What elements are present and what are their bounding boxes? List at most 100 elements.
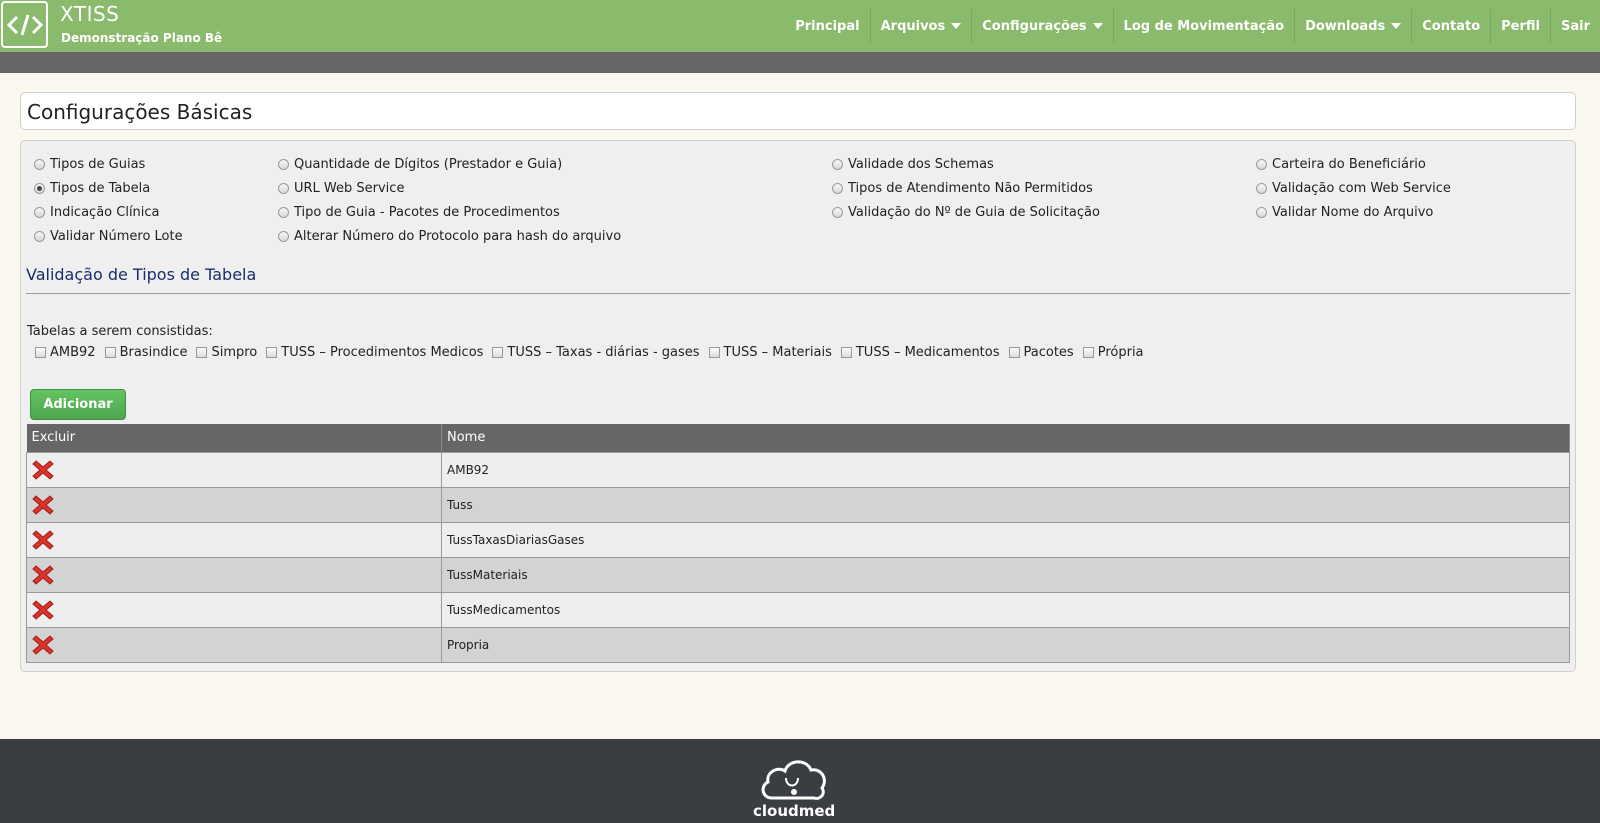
radio-tipo-guia-pacotes[interactable]: Tipo de Guia - Pacotes de Procedimentos xyxy=(278,205,560,220)
nav-arquivos[interactable]: Arquivos xyxy=(869,9,972,43)
checkbox-amb92[interactable]: AMB92 xyxy=(35,345,96,360)
radio-button[interactable] xyxy=(278,207,289,218)
code-brackets-icon[interactable] xyxy=(1,1,48,48)
tables-label: Tabelas a serem consistidas: xyxy=(27,324,213,339)
table-row: AMB92 xyxy=(26,451,1570,488)
checkbox-tuss-medicamentos[interactable]: TUSS – Medicamentos xyxy=(840,345,1000,360)
delete-cell xyxy=(26,556,442,593)
table-row: Tuss xyxy=(26,486,1570,523)
checkbox[interactable] xyxy=(1082,347,1094,358)
nav-contato[interactable]: Contato xyxy=(1411,9,1490,43)
checkbox-propria[interactable]: Própria xyxy=(1082,345,1144,360)
radio-validade-schemas[interactable]: Validade dos Schemas xyxy=(832,157,994,172)
radio-validacao-web-service[interactable]: Validação com Web Service xyxy=(1256,181,1451,196)
radio-tipos-de-tabela[interactable]: Tipos de Tabela xyxy=(34,181,150,196)
nav-sair[interactable]: Sair xyxy=(1549,9,1600,43)
checkbox[interactable] xyxy=(196,347,208,358)
name-cell: TussMedicamentos xyxy=(441,591,1570,628)
radio-button[interactable] xyxy=(832,159,843,170)
nav-downloads[interactable]: Downloads xyxy=(1294,9,1411,43)
radio-alterar-numero-protocolo[interactable]: Alterar Número do Protocolo para hash do… xyxy=(278,229,621,244)
tables-grid: Excluir Nome AMB92 Tuss TussTaxasDiarias… xyxy=(26,424,1570,663)
name-cell: TussMateriais xyxy=(441,556,1570,593)
table-header-row: Excluir Nome xyxy=(26,424,1570,452)
radio-button[interactable] xyxy=(34,159,45,170)
table-row: TussTaxasDiariasGases xyxy=(26,521,1570,558)
radio-button[interactable] xyxy=(1256,207,1267,218)
delete-icon[interactable] xyxy=(32,459,54,481)
app-brand[interactable]: XTISS xyxy=(60,2,119,26)
header-nome: Nome xyxy=(441,424,1570,452)
footer-logo-text: cloudmed xyxy=(753,802,836,820)
page-title-panel: Configurações Básicas xyxy=(20,92,1576,130)
delete-icon[interactable] xyxy=(32,494,54,516)
delete-icon[interactable] xyxy=(32,634,54,656)
cloud-stethoscope-icon xyxy=(761,760,826,800)
radio-button[interactable] xyxy=(832,183,843,194)
main-nav: Principal Arquivos Configurações Log de … xyxy=(785,9,1600,43)
radio-validacao-guia-solicitacao[interactable]: Validação do Nº de Guia de Solicitação xyxy=(832,205,1100,220)
table-row: TussMedicamentos xyxy=(26,591,1570,628)
app-subtitle: Demonstração Plano Bê xyxy=(61,31,223,45)
checkbox-pacotes[interactable]: Pacotes xyxy=(1008,345,1074,360)
radio-button[interactable] xyxy=(278,159,289,170)
page-title: Configurações Básicas xyxy=(27,100,253,124)
nav-log-movimentacao[interactable]: Log de Movimentação xyxy=(1112,9,1295,43)
header-excluir: Excluir xyxy=(26,424,442,452)
checkbox[interactable] xyxy=(492,347,504,358)
checkbox[interactable] xyxy=(104,347,116,358)
delete-cell xyxy=(26,521,442,558)
checkbox-tuss-taxas[interactable]: TUSS – Taxas - diárias - gases xyxy=(492,345,700,360)
delete-cell xyxy=(26,451,442,488)
name-cell: Tuss xyxy=(441,486,1570,523)
checkbox-brasindice[interactable]: Brasindice xyxy=(104,345,187,360)
radio-button[interactable] xyxy=(278,183,289,194)
sub-navbar xyxy=(0,52,1600,73)
radio-button[interactable] xyxy=(1256,159,1267,170)
radio-button[interactable] xyxy=(832,207,843,218)
delete-cell xyxy=(26,626,442,663)
section-title: Validação de Tipos de Tabela xyxy=(26,265,257,284)
checkbox[interactable] xyxy=(840,347,852,358)
table-row: Propria xyxy=(26,626,1570,663)
radio-url-web-service[interactable]: URL Web Service xyxy=(278,181,404,196)
nav-principal[interactable]: Principal xyxy=(785,9,869,43)
delete-icon[interactable] xyxy=(32,599,54,621)
delete-icon[interactable] xyxy=(32,529,54,551)
caret-down-icon xyxy=(951,23,962,29)
name-cell: TussTaxasDiariasGases xyxy=(441,521,1570,558)
name-cell: AMB92 xyxy=(441,451,1570,488)
radio-indicacao-clinica[interactable]: Indicação Clínica xyxy=(34,205,160,220)
checkbox[interactable] xyxy=(708,347,720,358)
radio-validar-nome-arquivo[interactable]: Validar Nome do Arquivo xyxy=(1256,205,1433,220)
delete-cell xyxy=(26,591,442,628)
table-checkbox-group: AMB92 Brasindice Simpro TUSS – Procedime… xyxy=(35,345,1153,360)
nav-configuracoes[interactable]: Configurações xyxy=(971,9,1112,43)
name-cell: Propria xyxy=(441,626,1570,663)
radio-tipos-atendimento[interactable]: Tipos de Atendimento Não Permitidos xyxy=(832,181,1093,196)
section-divider xyxy=(26,293,1570,294)
checkbox[interactable] xyxy=(1008,347,1020,358)
radio-button[interactable] xyxy=(1256,183,1267,194)
checkbox-tuss-materiais[interactable]: TUSS – Materiais xyxy=(708,345,832,360)
caret-down-icon xyxy=(1391,23,1402,29)
checkbox[interactable] xyxy=(266,347,278,358)
checkbox-tuss-procedimentos[interactable]: TUSS – Procedimentos Medicos xyxy=(266,345,483,360)
add-button[interactable]: Adicionar xyxy=(30,389,126,420)
radio-validar-numero-lote[interactable]: Validar Número Lote xyxy=(34,229,183,244)
nav-perfil[interactable]: Perfil xyxy=(1490,9,1550,43)
radio-quantidade-digitos[interactable]: Quantidade de Dígitos (Prestador e Guia) xyxy=(278,157,562,172)
radio-button[interactable] xyxy=(34,207,45,218)
caret-down-icon xyxy=(1092,23,1103,29)
delete-icon[interactable] xyxy=(32,564,54,586)
radio-button-checked[interactable] xyxy=(34,183,45,194)
table-row: TussMateriais xyxy=(26,556,1570,593)
radio-carteira-beneficiario[interactable]: Carteira do Beneficiário xyxy=(1256,157,1426,172)
radio-tipos-de-guias[interactable]: Tipos de Guias xyxy=(34,157,145,172)
radio-button[interactable] xyxy=(34,231,45,242)
delete-cell xyxy=(26,486,442,523)
checkbox-simpro[interactable]: Simpro xyxy=(196,345,257,360)
radio-button[interactable] xyxy=(278,231,289,242)
checkbox[interactable] xyxy=(35,347,46,358)
top-navbar: XTISS Demonstração Plano Bê Principal Ar… xyxy=(0,0,1600,52)
